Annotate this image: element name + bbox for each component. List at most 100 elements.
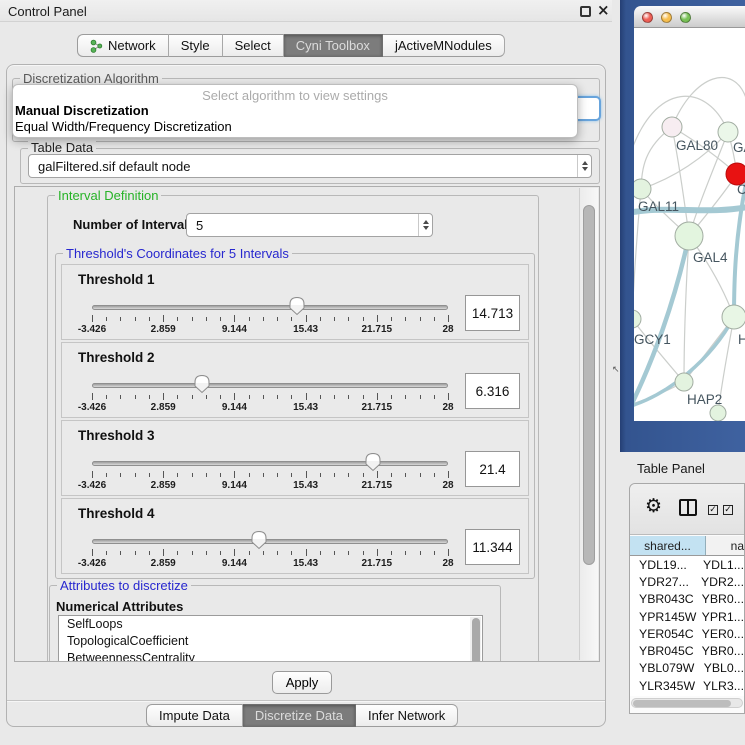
dropdown-option-manual[interactable]: Manual Discretization [13, 103, 577, 119]
cell-shared-name[interactable]: YBL079W [630, 661, 702, 675]
vertical-scrollbar[interactable] [579, 188, 598, 660]
network-node[interactable] [675, 373, 693, 391]
network-node-label: GCY1 [634, 332, 671, 347]
cell-shared-name[interactable]: YPR145W [630, 610, 700, 624]
threshold-slider[interactable]: -3.4262.8599.14415.4321.71528 [92, 527, 448, 573]
slider-thumb[interactable] [364, 452, 382, 475]
minimize-traffic-light[interactable] [661, 12, 672, 23]
attribute-list-item[interactable]: BetweennessCentrality [59, 650, 482, 662]
attribute-list-item[interactable]: TopologicalCoefficient [59, 633, 482, 650]
gear-icon[interactable]: ⚙ [645, 497, 662, 516]
threshold-value-field[interactable]: 14.713 [465, 295, 520, 331]
tab-network[interactable]: Network [77, 34, 169, 57]
table-row[interactable]: YDR27...YDR2... [630, 573, 744, 590]
threshold-value-field[interactable]: 11.344 [465, 529, 520, 565]
cell-name[interactable]: YPR1... [700, 610, 744, 624]
checkbox-icon[interactable]: ✓ [708, 505, 718, 515]
network-edge-thick[interactable] [734, 183, 745, 317]
vertical-scrollbar-thumb[interactable] [583, 205, 595, 565]
cell-shared-name[interactable]: YLR345W [630, 679, 701, 693]
table-row[interactable]: YBR045CYBR0... [630, 642, 744, 659]
cell-shared-name[interactable]: YDL19... [630, 558, 701, 572]
stepper-icon[interactable] [577, 155, 591, 177]
threshold-slider[interactable]: -3.4262.8599.14415.4321.71528 [92, 449, 448, 495]
dropdown-option-equal-width[interactable]: Equal Width/Frequency Discretization [13, 119, 577, 135]
zoom-traffic-light[interactable] [680, 12, 691, 23]
apply-button[interactable]: Apply [272, 671, 332, 694]
checkbox-icon[interactable]: ✓ [723, 505, 733, 515]
list-scrollbar-thumb[interactable] [472, 618, 480, 662]
table-row[interactable]: YBR043CYBR0... [630, 591, 744, 608]
slider-tick [149, 317, 150, 321]
tab-jactivemnodules[interactable]: jActiveMNodules [383, 34, 505, 57]
network-node[interactable] [675, 222, 703, 250]
cell-name[interactable]: YER0... [700, 627, 744, 641]
numerical-attributes-list[interactable]: SelfLoopsTopologicalCoefficientBetweenne… [58, 615, 483, 662]
table-panel-title: Table Panel [637, 461, 705, 476]
cell-name[interactable]: YBL0... [702, 661, 744, 675]
stepper-icon[interactable] [418, 214, 432, 236]
cell-name[interactable]: YLR3... [701, 679, 744, 693]
table-row[interactable]: YLR345WYLR3... [630, 677, 744, 694]
network-node[interactable] [722, 305, 745, 329]
tab-select[interactable]: Select [223, 34, 284, 57]
threshold-slider[interactable]: -3.4262.8599.14415.4321.71528 [92, 293, 448, 339]
slider-track[interactable] [92, 539, 448, 544]
cell-name[interactable]: YDR2... [699, 575, 744, 589]
column-header-name[interactable]: na [706, 536, 744, 555]
tab-discretize-data[interactable]: Discretize Data [243, 704, 356, 727]
table-row[interactable]: YPR145WYPR1... [630, 608, 744, 625]
slider-tick [291, 395, 292, 399]
close-icon[interactable]: × [597, 1, 610, 19]
slider-tick [220, 317, 221, 321]
network-node[interactable] [662, 117, 682, 137]
network-node[interactable] [710, 405, 726, 421]
cell-name[interactable]: YBR0... [700, 592, 744, 606]
cell-shared-name[interactable]: YDR27... [630, 575, 699, 589]
tab-cyni-toolbox[interactable]: Cyni Toolbox [284, 34, 383, 57]
attribute-list-item[interactable]: SelfLoops [59, 616, 482, 633]
threshold-slider[interactable]: -3.4262.8599.14415.4321.71528 [92, 371, 448, 417]
table-body[interactable]: YDL19...YDL1...YDR27...YDR2...YBR043CYBR… [630, 556, 744, 696]
table-row[interactable]: YER054CYER0... [630, 625, 744, 642]
table-row[interactable]: YDL19...YDL1... [630, 556, 744, 573]
network-node-label: GA [733, 140, 745, 155]
network-node[interactable] [634, 310, 641, 328]
slider-tick [135, 395, 136, 399]
slider-thumb[interactable] [250, 530, 268, 553]
number-of-intervals-combobox[interactable]: 5 [186, 213, 433, 237]
network-node[interactable] [634, 179, 651, 199]
network-node[interactable] [718, 122, 738, 142]
horizontal-scrollbar-thumb[interactable] [633, 700, 731, 707]
slider-thumb[interactable] [193, 374, 211, 397]
table-row[interactable]: YIL052CYIL0... [630, 694, 744, 696]
slider-tick [206, 551, 207, 555]
list-scrollbar[interactable] [470, 617, 481, 662]
table-row[interactable]: YBL079WYBL0... [630, 660, 744, 677]
slider-track[interactable] [92, 305, 448, 310]
columns-icon[interactable] [679, 499, 697, 516]
network-edge[interactable] [672, 78, 745, 127]
cell-name[interactable]: YBR0... [700, 644, 744, 658]
cell-shared-name[interactable]: YER054C [630, 627, 700, 641]
cell-shared-name[interactable]: YBR043C [630, 592, 700, 606]
threshold-value-field[interactable]: 6.316 [465, 373, 520, 409]
tab-impute-data[interactable]: Impute Data [146, 704, 243, 727]
float-window-icon[interactable] [580, 6, 591, 17]
slider-track[interactable] [92, 461, 448, 466]
cell-shared-name[interactable]: YBR045C [630, 644, 700, 658]
slider-tick-label: 15.43 [293, 558, 318, 569]
close-traffic-light[interactable] [642, 12, 653, 23]
slider-tick-label: 9.144 [222, 324, 247, 335]
horizontal-scrollbar[interactable] [631, 698, 743, 708]
network-canvas[interactable]: GAL80GACGAL11GAL4GCY1HHAP2 [634, 28, 745, 421]
network-edge[interactable] [634, 319, 684, 382]
tab-style[interactable]: Style [169, 34, 223, 57]
cell-name[interactable]: YDL1... [701, 558, 744, 572]
table-data-combobox[interactable]: galFiltered.sif default node [28, 154, 592, 178]
tab-infer-network[interactable]: Infer Network [356, 704, 458, 727]
threshold-value-field[interactable]: 21.4 [465, 451, 520, 487]
column-header-shared-name[interactable]: shared... [630, 536, 706, 555]
slider-track[interactable] [92, 383, 448, 388]
slider-thumb[interactable] [288, 296, 306, 319]
